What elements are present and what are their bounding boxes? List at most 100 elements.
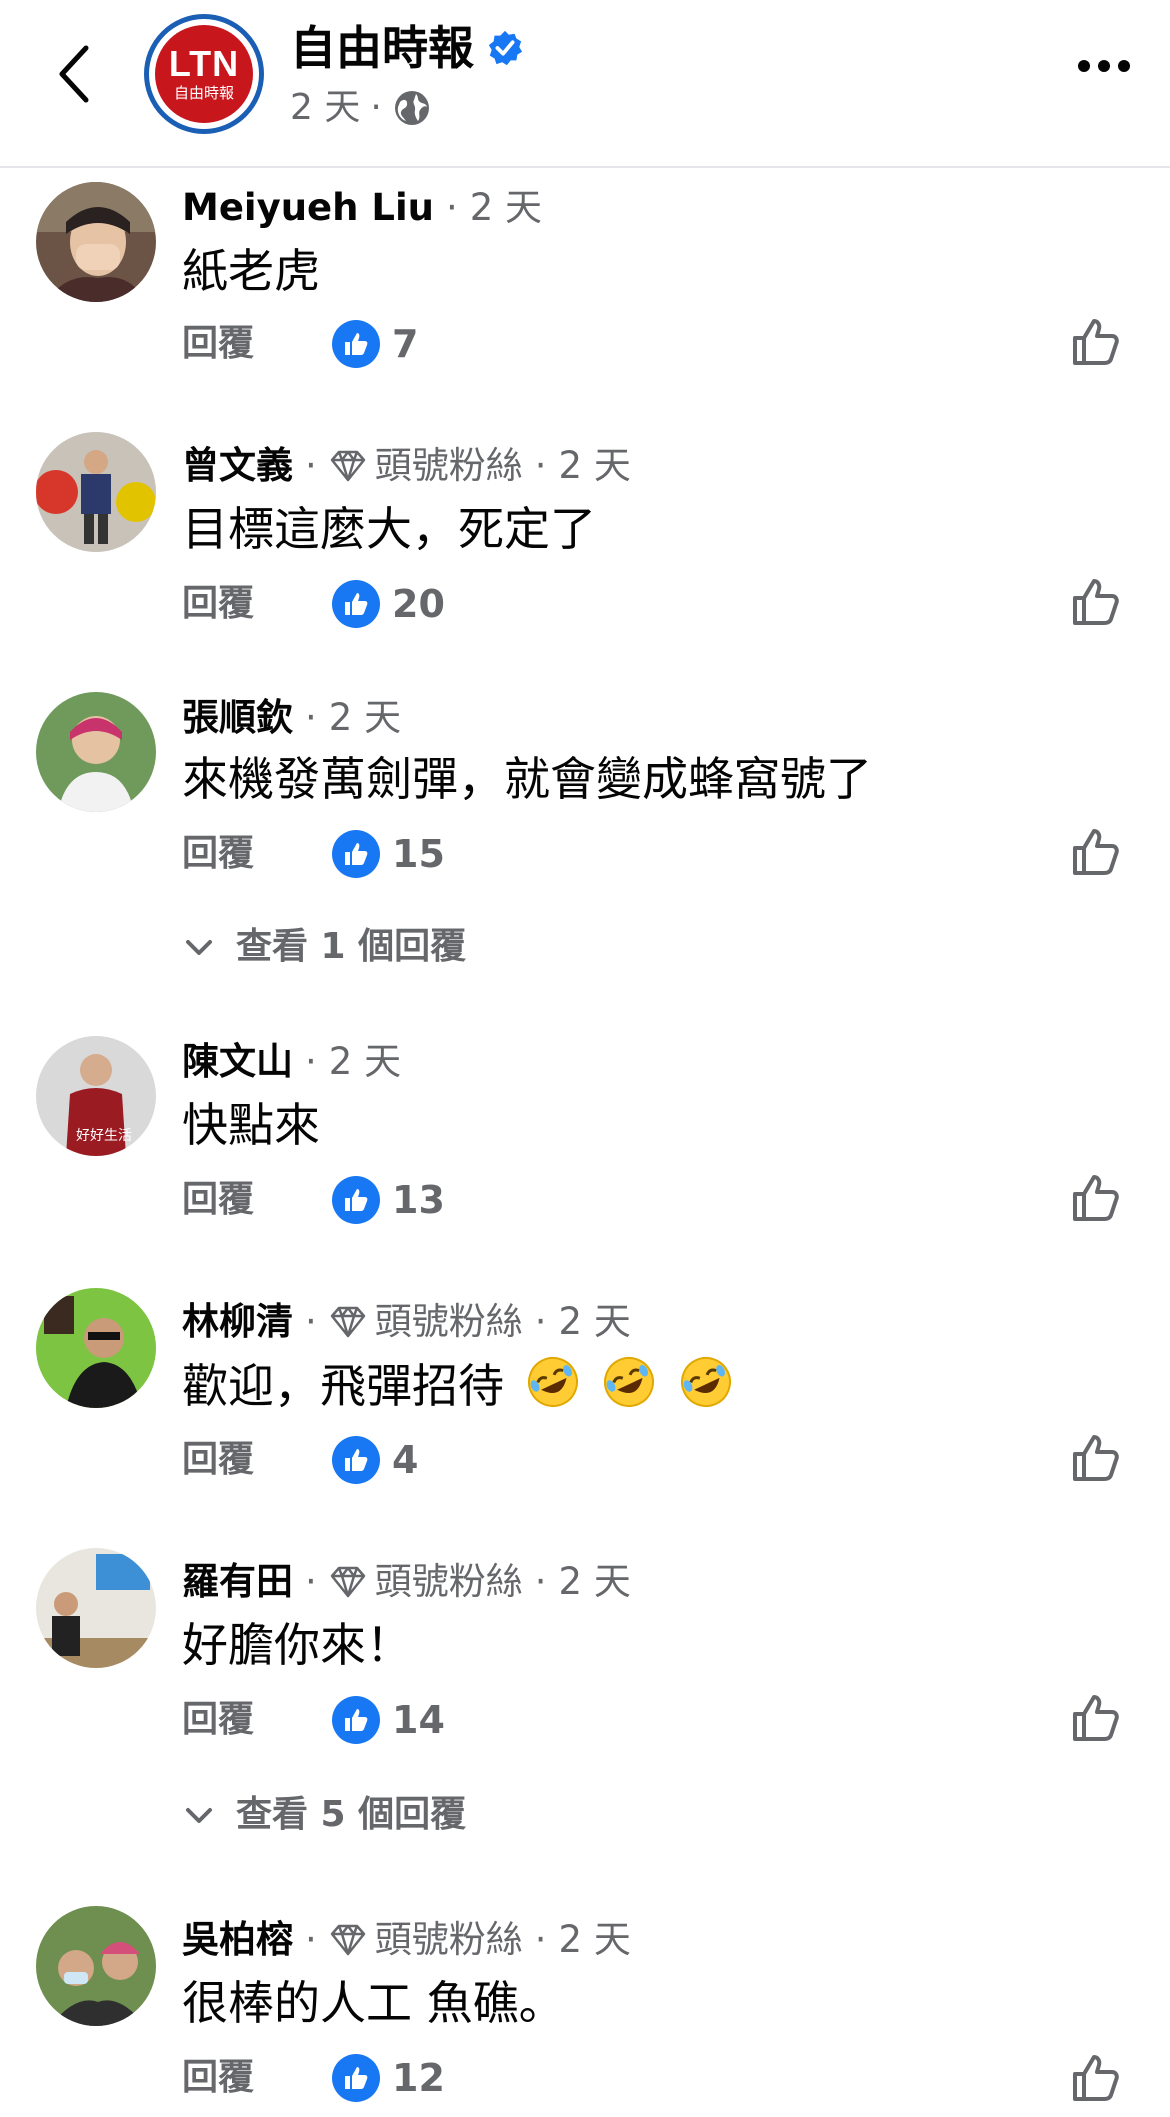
top-fan-badge[interactable]: 頭號粉絲 <box>329 440 523 492</box>
avatar[interactable] <box>36 1906 156 2026</box>
like-count[interactable]: 15 <box>392 830 445 878</box>
avatar-photo: 好好生活 <box>36 1036 156 1156</box>
comment-header: 陳文山 · 2 天 <box>182 1036 401 1088</box>
like-reaction-icon[interactable] <box>332 1176 380 1224</box>
avatar[interactable] <box>36 692 156 812</box>
page-name[interactable]: 自由時報 <box>290 16 474 80</box>
avatar[interactable] <box>36 1548 156 1668</box>
comment-time[interactable]: 2 天 <box>329 692 401 744</box>
avatar[interactable] <box>36 1288 156 1408</box>
reply-button[interactable]: 回覆 <box>182 320 332 368</box>
comment-time[interactable]: 2 天 <box>559 1914 631 1966</box>
comment-author[interactable]: Meiyueh Liu <box>182 182 434 234</box>
comment-author[interactable]: 羅有田 <box>182 1556 293 1608</box>
top-fan-badge[interactable]: 頭號粉絲 <box>329 1914 523 1966</box>
reply-button[interactable]: 回覆 <box>182 2054 332 2102</box>
comment-actions: 回覆 12 <box>182 2054 445 2102</box>
comment-text: 好膽你來！ <box>182 1618 412 1672</box>
post-header: LTN 自由時報 自由時報 2 天 · <box>0 0 1170 168</box>
comment-header: 林柳清 · 頭號粉絲 · 2 天 <box>182 1296 631 1348</box>
comment-author[interactable]: 吳柏榕 <box>182 1914 293 1966</box>
thumbs-up-icon[interactable] <box>1070 316 1122 368</box>
globe-icon <box>394 91 429 125</box>
top-fan-label: 頭號粉絲 <box>374 1300 523 1343</box>
comment-text: 目標這麼大，死定了 <box>182 502 596 556</box>
comment-time[interactable]: 2 天 <box>559 1556 631 1608</box>
comment-text: 很棒的人工 魚礁。 <box>182 1976 565 2030</box>
comment-actions: 回覆 15 <box>182 830 445 878</box>
reply-button[interactable]: 回覆 <box>182 580 332 628</box>
like-count[interactable]: 12 <box>392 2054 445 2102</box>
comment-header: Meiyueh Liu · 2 天 <box>182 182 542 234</box>
back-button[interactable] <box>44 38 104 110</box>
thumbs-up-icon[interactable] <box>1070 826 1122 878</box>
comment-time[interactable]: 2 天 <box>470 182 542 234</box>
like-reaction-icon[interactable] <box>332 830 380 878</box>
like-reaction-icon[interactable] <box>332 2054 380 2102</box>
reply-button[interactable]: 回覆 <box>182 1696 332 1744</box>
thumbs-up-icon[interactable] <box>1070 1692 1122 1744</box>
comment-author[interactable]: 張順欽 <box>182 692 293 744</box>
separator-dot: · <box>305 1300 317 1343</box>
separator-dot: · <box>534 1918 547 1961</box>
view-replies-button[interactable]: 查看 1 個回覆 <box>182 922 466 972</box>
comment-actions: 回覆 20 <box>182 580 445 628</box>
ltn-logo: LTN 自由時報 <box>155 25 253 123</box>
more-dot <box>1118 60 1130 72</box>
like-count[interactable]: 14 <box>392 1696 445 1744</box>
page-title[interactable]: 自由時報 <box>290 16 524 80</box>
avatar-photo <box>36 1548 156 1668</box>
page-avatar[interactable]: LTN 自由時報 <box>144 14 264 134</box>
thumbs-up-icon[interactable] <box>1070 1172 1122 1224</box>
separator-dot: · <box>305 444 317 487</box>
reply-button[interactable]: 回覆 <box>182 1436 332 1484</box>
logo-subtext: 自由時報 <box>173 84 234 102</box>
comment-text: 紙老虎 <box>182 244 320 298</box>
like-reaction-icon[interactable] <box>332 1696 380 1744</box>
like-count[interactable]: 13 <box>392 1176 445 1224</box>
avatar[interactable] <box>36 182 156 302</box>
like-reaction-icon[interactable] <box>332 580 380 628</box>
svg-text:好好生活: 好好生活 <box>76 1128 132 1144</box>
comment-header: 羅有田 · 頭號粉絲 · 2 天 <box>182 1556 631 1608</box>
comment-time[interactable]: 2 天 <box>559 440 631 492</box>
thumbs-up-icon[interactable] <box>1070 576 1122 628</box>
thumbs-up-icon[interactable] <box>1070 2052 1122 2104</box>
comment-author[interactable]: 曾文義 <box>182 440 293 492</box>
rolling-laughing-emoji <box>527 1357 578 1407</box>
avatar-photo <box>36 1288 156 1408</box>
comment-author[interactable]: 林柳清 <box>182 1296 293 1348</box>
thumbs-up-icon[interactable] <box>1070 1432 1122 1484</box>
diamond-icon <box>330 1306 366 1338</box>
more-options-button[interactable] <box>1078 60 1130 72</box>
like-count[interactable]: 20 <box>392 580 445 628</box>
chevron-down-icon <box>186 940 212 955</box>
avatar[interactable] <box>36 432 156 552</box>
separator-dot: · <box>534 1560 547 1603</box>
like-count[interactable]: 4 <box>392 1436 418 1484</box>
separator-dot: · <box>445 186 458 229</box>
like-reaction-icon[interactable] <box>332 320 380 368</box>
top-fan-badge[interactable]: 頭號粉絲 <box>329 1296 523 1348</box>
comment-header: 張順欽 · 2 天 <box>182 692 401 744</box>
rolling-laughing-emoji <box>680 1357 731 1407</box>
separator-dot: · <box>534 444 547 487</box>
view-replies-label: 查看 1 個回覆 <box>236 926 467 967</box>
view-replies-button[interactable]: 查看 5 個回覆 <box>182 1790 466 1840</box>
avatar-photo <box>36 1906 156 2026</box>
comment-time[interactable]: 2 天 <box>329 1036 401 1088</box>
view-replies-label: 查看 5 個回覆 <box>236 1794 467 1835</box>
comment-actions: 回覆 7 <box>182 320 418 368</box>
like-reaction-icon[interactable] <box>332 1436 380 1484</box>
comment-actions: 回覆 14 <box>182 1696 445 1744</box>
comment-text: 歡迎，飛彈招待 <box>182 1354 734 1417</box>
top-fan-badge[interactable]: 頭號粉絲 <box>329 1556 523 1608</box>
like-count[interactable]: 7 <box>392 320 418 368</box>
avatar[interactable]: 好好生活 <box>36 1036 156 1156</box>
top-fan-label: 頭號粉絲 <box>374 444 523 487</box>
comment-time[interactable]: 2 天 <box>559 1296 631 1348</box>
reply-button[interactable]: 回覆 <box>182 830 332 878</box>
avatar-photo <box>36 182 156 302</box>
comment-author[interactable]: 陳文山 <box>182 1036 293 1088</box>
reply-button[interactable]: 回覆 <box>182 1176 332 1224</box>
